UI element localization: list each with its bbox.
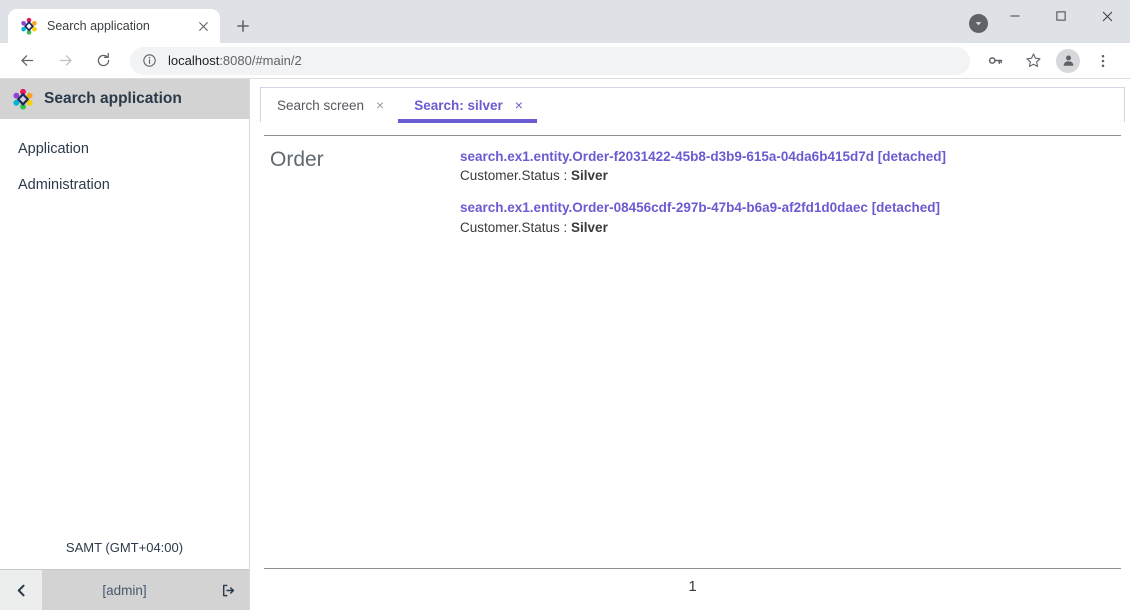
address-bar-url: localhost:8080/#main/2 bbox=[168, 53, 302, 68]
hit-link[interactable]: search.ex1.entity.Order-08456cdf-297b-47… bbox=[460, 199, 1121, 217]
chevron-left-icon[interactable] bbox=[0, 570, 42, 610]
app-main: Search screen × Search: silver × Order s… bbox=[250, 79, 1130, 610]
plus-icon bbox=[237, 20, 249, 32]
pagination-current-page[interactable]: 1 bbox=[688, 578, 696, 595]
browser-window: Search application localhost:8080/#main/… bbox=[0, 0, 1130, 610]
browser-titlebar: Search application bbox=[0, 0, 1130, 43]
minimize-icon[interactable] bbox=[992, 0, 1038, 32]
close-icon[interactable]: × bbox=[515, 97, 523, 113]
sidebar-timezone: SAMT (GMT+04:00) bbox=[65, 540, 184, 555]
search-results-list: Order search.ex1.entity.Order-f2031422-4… bbox=[264, 136, 1121, 568]
close-icon[interactable] bbox=[1084, 0, 1130, 32]
search-results-panel: Order search.ex1.entity.Order-f2031422-4… bbox=[260, 122, 1125, 610]
browser-tab-title: Search application bbox=[47, 19, 150, 33]
sidebar-footer: [admin] bbox=[0, 569, 249, 610]
entity-name: Order bbox=[270, 148, 324, 171]
star-icon[interactable] bbox=[1019, 47, 1047, 75]
key-icon[interactable] bbox=[981, 47, 1009, 75]
sidebar-item-label: Application bbox=[18, 141, 89, 157]
entity-hit-list: search.ex1.entity.Order-f2031422-45b8-d3… bbox=[460, 148, 1121, 251]
result-group: Order search.ex1.entity.Order-f2031422-4… bbox=[264, 148, 1121, 251]
hit-link[interactable]: search.ex1.entity.Order-f2031422-45b8-d3… bbox=[460, 148, 1121, 166]
close-icon[interactable]: × bbox=[376, 97, 384, 113]
sidebar-current-user[interactable]: [admin] bbox=[42, 583, 207, 598]
browser-tabstrip: Search application bbox=[0, 9, 257, 43]
arrow-right-icon[interactable] bbox=[51, 47, 79, 75]
search-hit: search.ex1.entity.Order-f2031422-45b8-d3… bbox=[460, 148, 1121, 186]
three-dots-menu-icon[interactable] bbox=[1089, 47, 1117, 75]
new-tab-button[interactable] bbox=[229, 12, 257, 40]
sidebar-app-title: Search application bbox=[44, 90, 182, 107]
app-sidebar: Search application Application Administr… bbox=[0, 79, 250, 610]
browser-tab[interactable]: Search application bbox=[8, 9, 220, 43]
hit-field-value: Silver bbox=[571, 219, 608, 235]
hit-field-value: Silver bbox=[571, 168, 608, 184]
arrow-left-icon[interactable] bbox=[13, 47, 41, 75]
close-icon[interactable] bbox=[194, 17, 212, 35]
hit-field: Customer.Status : Silver bbox=[460, 166, 1121, 186]
sidebar-item-application[interactable]: Application bbox=[0, 131, 249, 167]
tab-search-screen[interactable]: Search screen × bbox=[261, 88, 398, 122]
address-bar-host: localhost bbox=[168, 53, 220, 68]
app-diamond-logo bbox=[12, 88, 34, 110]
reload-icon[interactable] bbox=[89, 47, 117, 75]
maximize-icon[interactable] bbox=[1038, 0, 1084, 32]
app-tabsheet: Search screen × Search: silver × bbox=[260, 87, 1125, 123]
sidebar-item-administration[interactable]: Administration bbox=[0, 167, 249, 203]
sidebar-header: Search application bbox=[0, 79, 249, 119]
app-diamond-favicon bbox=[20, 17, 38, 35]
hit-field-label: Customer.Status : bbox=[460, 168, 572, 184]
hit-field-label: Customer.Status : bbox=[460, 219, 572, 235]
sidebar-item-label: Administration bbox=[18, 177, 110, 193]
window-controls bbox=[992, 0, 1130, 32]
account-avatar-icon[interactable] bbox=[1056, 48, 1080, 73]
tab-search-silver[interactable]: Search: silver × bbox=[398, 88, 537, 123]
address-bar[interactable]: localhost:8080/#main/2 bbox=[130, 46, 970, 75]
pagination: 1 bbox=[264, 568, 1121, 610]
logout-icon[interactable] bbox=[207, 570, 249, 610]
search-hit: search.ex1.entity.Order-08456cdf-297b-47… bbox=[460, 199, 1121, 237]
sidebar-menu: Application Administration bbox=[0, 119, 249, 532]
chevron-down-icon[interactable] bbox=[969, 14, 988, 33]
app-viewport: Search application Application Administr… bbox=[0, 79, 1130, 610]
info-circle-icon bbox=[142, 53, 158, 69]
browser-toolbar: localhost:8080/#main/2 bbox=[0, 43, 1130, 79]
address-bar-path: :8080/#main/2 bbox=[219, 53, 302, 68]
hit-field: Customer.Status : Silver bbox=[460, 218, 1121, 238]
tab-label: Search screen bbox=[277, 97, 365, 113]
tab-label: Search: silver bbox=[414, 97, 503, 113]
